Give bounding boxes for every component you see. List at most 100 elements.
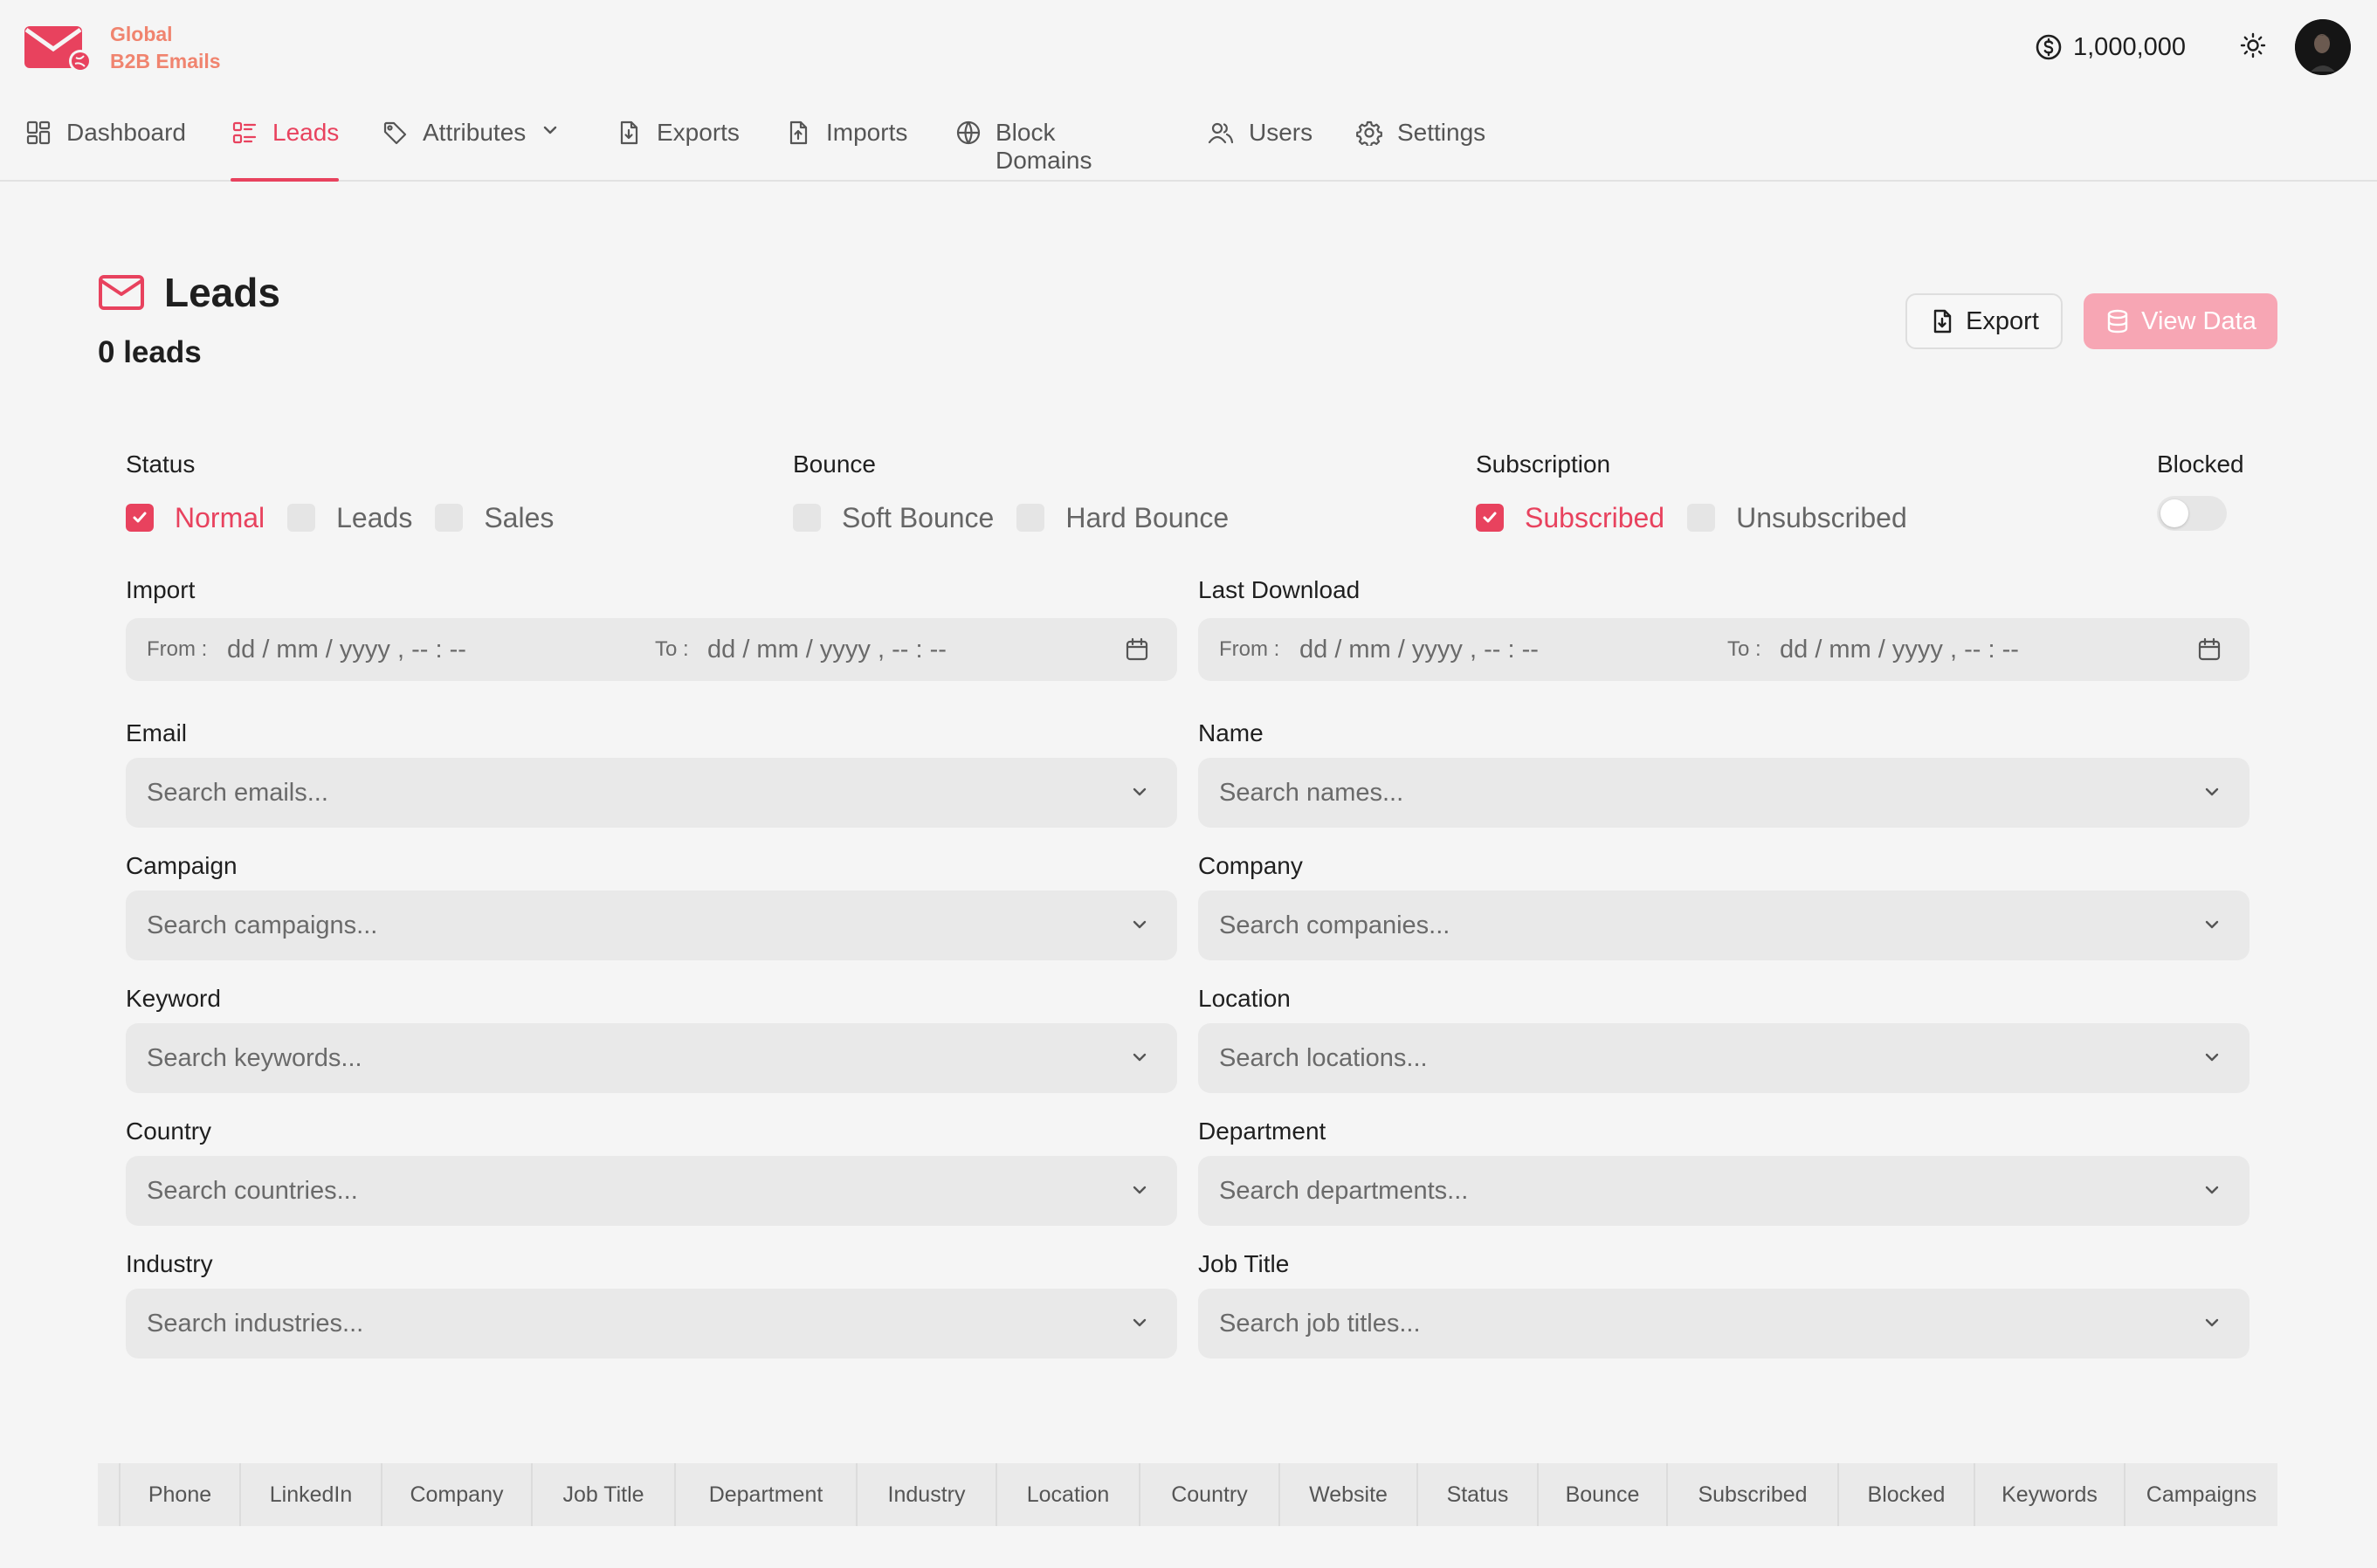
nav-item-settings[interactable]: Settings	[1355, 113, 1485, 182]
nav-item-dashboard[interactable]: Dashboard	[24, 113, 186, 182]
chevron-down-icon	[2202, 1180, 2222, 1200]
department-select[interactable]: Search departments...	[1198, 1156, 2250, 1226]
company-select[interactable]: Search companies...	[1198, 891, 2250, 960]
nav-item-imports[interactable]: Imports	[784, 113, 907, 182]
export-button[interactable]: Export	[1905, 293, 2063, 349]
keyword-label: Keyword	[126, 985, 221, 1012]
file-upload-icon	[784, 119, 812, 147]
last-download-label: Last Download	[1198, 576, 1361, 603]
brand-logo[interactable]: Global B2B Emails	[23, 21, 221, 75]
chevron-down-icon	[2202, 915, 2222, 934]
nav-label: Dashboard	[66, 119, 186, 146]
status-normal-checkbox[interactable]	[126, 504, 154, 532]
page-title-text: Leads	[164, 270, 280, 315]
column-header-country[interactable]: Country	[1139, 1463, 1278, 1526]
industry-placeholder: Search industries...	[147, 1309, 364, 1338]
brand-line1: Global	[110, 23, 173, 45]
column-header-department[interactable]: Department	[674, 1463, 856, 1526]
location-select[interactable]: Search locations...	[1198, 1023, 2250, 1093]
email-select[interactable]: Search emails...	[126, 758, 1177, 828]
nav-label: Users	[1249, 119, 1313, 146]
nav-label: Imports	[826, 119, 908, 146]
blocked-toggle[interactable]	[2157, 496, 2227, 531]
import-to-label: To :	[655, 637, 689, 661]
column-header-industry[interactable]: Industry	[856, 1463, 996, 1526]
chevron-down-icon	[2202, 1313, 2222, 1332]
bounce-label: Bounce	[793, 450, 876, 478]
subscribed-checkbox[interactable]	[1476, 504, 1504, 532]
column-header-status[interactable]: Status	[1416, 1463, 1537, 1526]
theme-toggle-button[interactable]	[2236, 30, 2270, 65]
chevron-down-icon	[1130, 1180, 1149, 1200]
column-header-bounce[interactable]: Bounce	[1537, 1463, 1666, 1526]
calendar-icon[interactable]	[2197, 637, 2222, 662]
mail-icon	[98, 274, 145, 311]
name-select[interactable]: Search names...	[1198, 758, 2250, 828]
column-header-blocked[interactable]: Blocked	[1837, 1463, 1974, 1526]
status-normal-label[interactable]: Normal	[175, 502, 265, 534]
nav-item-block-domains[interactable]: Block Domains	[955, 113, 1093, 182]
table-header-spacer	[98, 1463, 119, 1526]
nav-item-exports[interactable]: Exports	[615, 113, 740, 182]
chevron-down-icon	[541, 124, 559, 136]
department-label: Department	[1198, 1118, 1326, 1145]
chevron-down-icon	[1130, 1048, 1149, 1067]
column-header-subscribed[interactable]: Subscribed	[1666, 1463, 1837, 1526]
calendar-icon[interactable]	[1125, 637, 1149, 662]
status-leads-label[interactable]: Leads	[336, 502, 412, 534]
hard-bounce-checkbox[interactable]	[1016, 504, 1045, 532]
import-to-input[interactable]: dd / mm / yyyy , -- : --	[707, 636, 947, 664]
file-download-icon	[1929, 308, 1955, 334]
column-header-campaigns[interactable]: Campaigns	[2124, 1463, 2277, 1526]
subscribed-label[interactable]: Subscribed	[1525, 502, 1664, 534]
top-bar: Global B2B Emails 1,000,000 Dashboard Le…	[0, 0, 2377, 182]
chevron-down-icon	[1130, 1313, 1149, 1332]
column-header-website[interactable]: Website	[1278, 1463, 1416, 1526]
last-download-to-input[interactable]: dd / mm / yyyy , -- : --	[1780, 636, 2019, 664]
soft-bounce-label[interactable]: Soft Bounce	[842, 502, 994, 534]
last-download-from-input[interactable]: dd / mm / yyyy , -- : --	[1299, 636, 1539, 664]
user-avatar[interactable]	[2295, 19, 2351, 75]
lead-count: 0 leads	[98, 335, 202, 369]
unsubscribed-checkbox[interactable]	[1687, 504, 1716, 532]
nav-item-users[interactable]: Users	[1207, 113, 1313, 182]
column-header-job-title[interactable]: Job Title	[531, 1463, 674, 1526]
column-header-company[interactable]: Company	[381, 1463, 531, 1526]
column-header-location[interactable]: Location	[996, 1463, 1139, 1526]
keyword-placeholder: Search keywords...	[147, 1043, 362, 1072]
location-placeholder: Search locations...	[1219, 1043, 1428, 1072]
import-date-range: From : dd / mm / yyyy , -- : -- To : dd …	[126, 618, 1177, 681]
status-label: Status	[126, 450, 196, 478]
status-sales-checkbox[interactable]	[435, 504, 464, 532]
soft-bounce-checkbox[interactable]	[793, 504, 821, 532]
leads-table-header: Phone LinkedIn Company Job Title Departm…	[98, 1463, 2277, 1526]
subscription-options: Subscribed Unsubscribed	[1476, 501, 1930, 534]
nav-item-attributes[interactable]: Attributes	[381, 113, 559, 182]
country-select[interactable]: Search countries...	[126, 1156, 1177, 1226]
column-header-linkedin[interactable]: LinkedIn	[239, 1463, 381, 1526]
users-icon	[1207, 119, 1235, 147]
file-download-icon	[615, 119, 643, 147]
nav-item-leads[interactable]: Leads	[231, 113, 340, 182]
hard-bounce-label[interactable]: Hard Bounce	[1065, 502, 1229, 534]
campaign-select[interactable]: Search campaigns...	[126, 891, 1177, 960]
industry-select[interactable]: Search industries...	[126, 1289, 1177, 1358]
subscription-label: Subscription	[1476, 450, 1611, 478]
view-data-button[interactable]: View Data	[2084, 293, 2277, 349]
keyword-select[interactable]: Search keywords...	[126, 1023, 1177, 1093]
globe-block-icon	[955, 119, 982, 147]
import-from-input[interactable]: dd / mm / yyyy , -- : --	[227, 636, 466, 664]
email-placeholder: Search emails...	[147, 778, 328, 807]
job-title-select[interactable]: Search job titles...	[1198, 1289, 2250, 1358]
chevron-down-icon	[2202, 1048, 2222, 1067]
status-leads-checkbox[interactable]	[287, 504, 316, 532]
credit-balance: 1,000,000	[2035, 30, 2186, 65]
column-header-keywords[interactable]: Keywords	[1974, 1463, 2124, 1526]
last-download-from-label: From :	[1219, 637, 1280, 661]
column-header-phone[interactable]: Phone	[119, 1463, 239, 1526]
unsubscribed-label[interactable]: Unsubscribed	[1736, 502, 1907, 534]
chevron-down-icon	[2202, 782, 2222, 801]
location-label: Location	[1198, 985, 1291, 1012]
status-sales-label[interactable]: Sales	[484, 502, 554, 534]
nav-label: Attributes	[423, 119, 527, 146]
